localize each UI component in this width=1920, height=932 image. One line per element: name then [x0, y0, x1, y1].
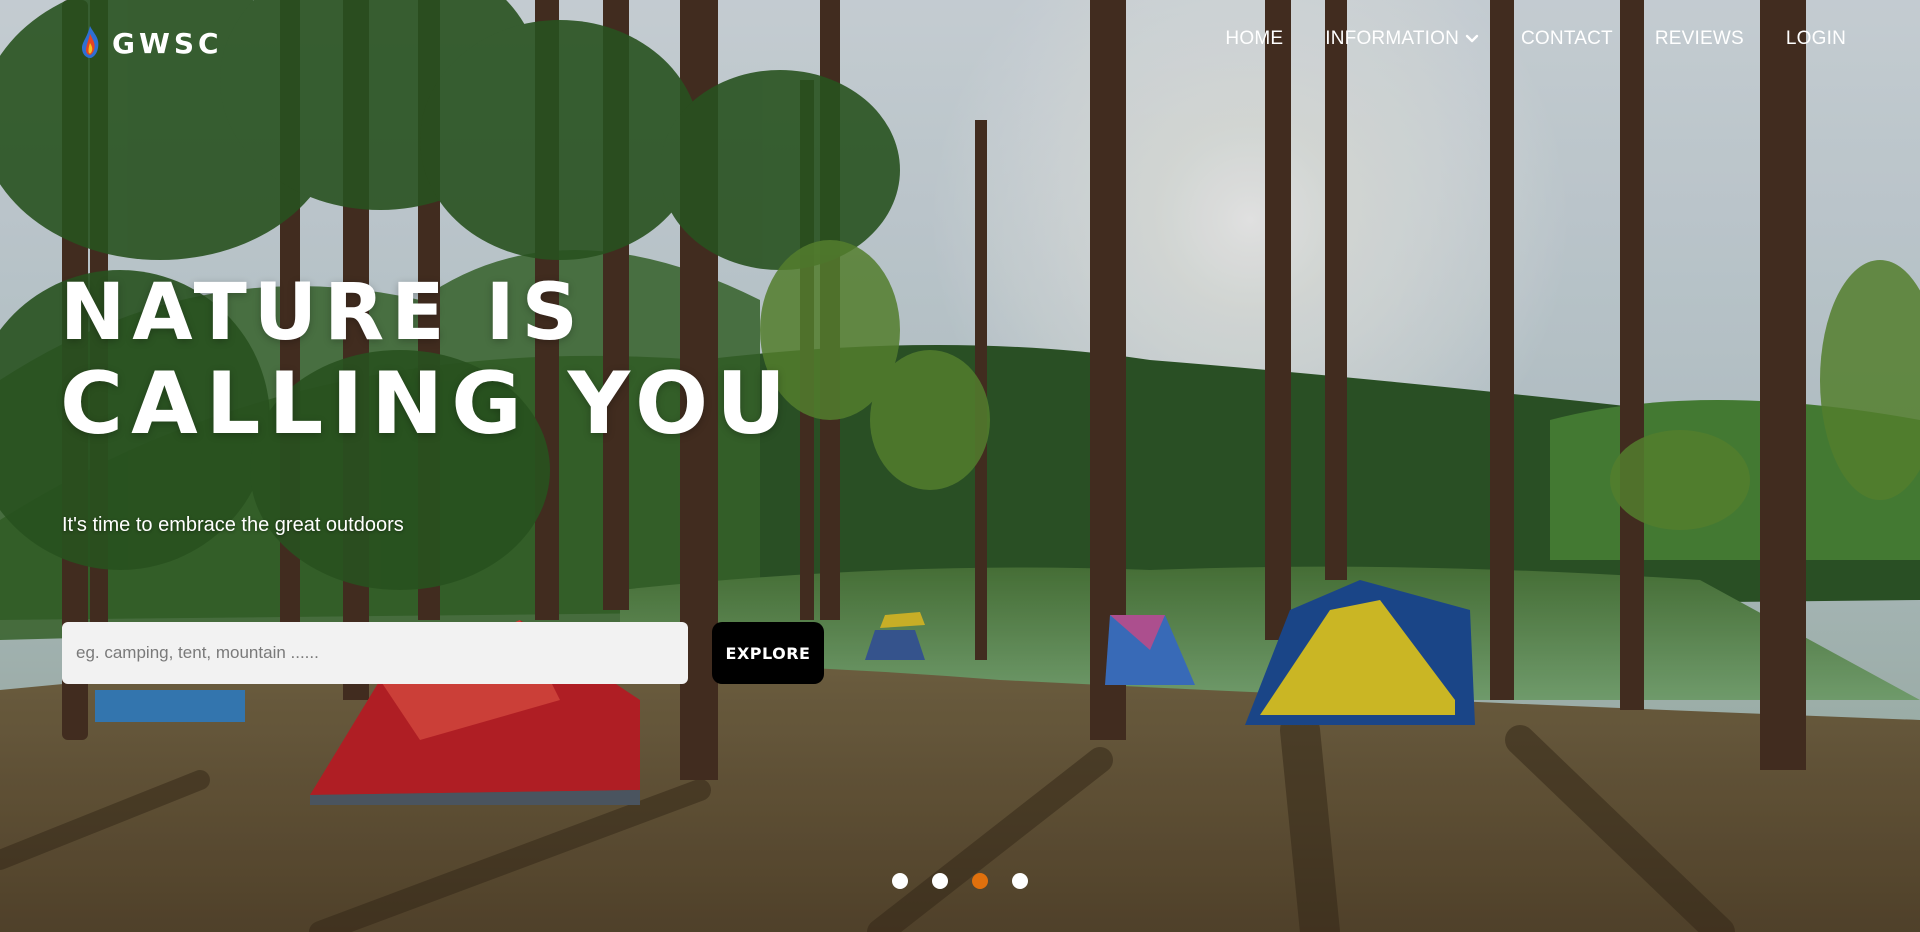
nav-item-home[interactable]: HOME — [1225, 28, 1283, 50]
headline-line-2: CALLING YOU — [60, 354, 794, 454]
nav-item-label: CONTACT — [1521, 28, 1613, 49]
nav-item-contact[interactable]: CONTACT — [1521, 28, 1613, 50]
top-navigation: GWSC HOME INFORMATION CONTACT REVIEWS LO… — [0, 0, 1920, 84]
background-overlay — [0, 0, 1920, 932]
campfire-logo-icon — [82, 26, 99, 58]
nav-item-label: REVIEWS — [1654, 28, 1744, 49]
explore-button[interactable]: EXPLORE — [712, 622, 824, 684]
nav-item-label: HOME — [1225, 28, 1284, 49]
nav-item-login[interactable]: LOGIN — [1786, 28, 1846, 50]
hero-tagline: It's time to embrace the great outdoors — [62, 514, 404, 536]
brand-logo[interactable]: GWSC — [76, 24, 223, 62]
chevron-down-icon — [1465, 34, 1479, 43]
nav-item-information[interactable]: INFORMATION — [1325, 28, 1479, 50]
nav-item-label: INFORMATION — [1325, 28, 1460, 49]
hero-headline: NATURE IS CALLING YOU — [60, 270, 794, 452]
brand-name: GWSC — [112, 26, 223, 60]
nav-item-label: LOGIN — [1785, 28, 1846, 49]
hero-section: GWSC HOME INFORMATION CONTACT REVIEWS LO… — [0, 0, 1920, 932]
carousel-dot-2[interactable] — [932, 873, 948, 889]
nav-menu: HOME INFORMATION CONTACT REVIEWS LOGIN — [1183, 28, 1846, 50]
carousel-dot-1[interactable] — [892, 873, 908, 889]
carousel-dot-3-active[interactable] — [972, 873, 988, 889]
carousel-dot-4[interactable] — [1012, 873, 1028, 889]
search-input[interactable] — [62, 622, 688, 684]
carousel-indicators — [892, 873, 1028, 889]
headline-line-1: NATURE IS — [60, 268, 585, 358]
nav-item-reviews[interactable]: REVIEWS — [1655, 28, 1744, 50]
